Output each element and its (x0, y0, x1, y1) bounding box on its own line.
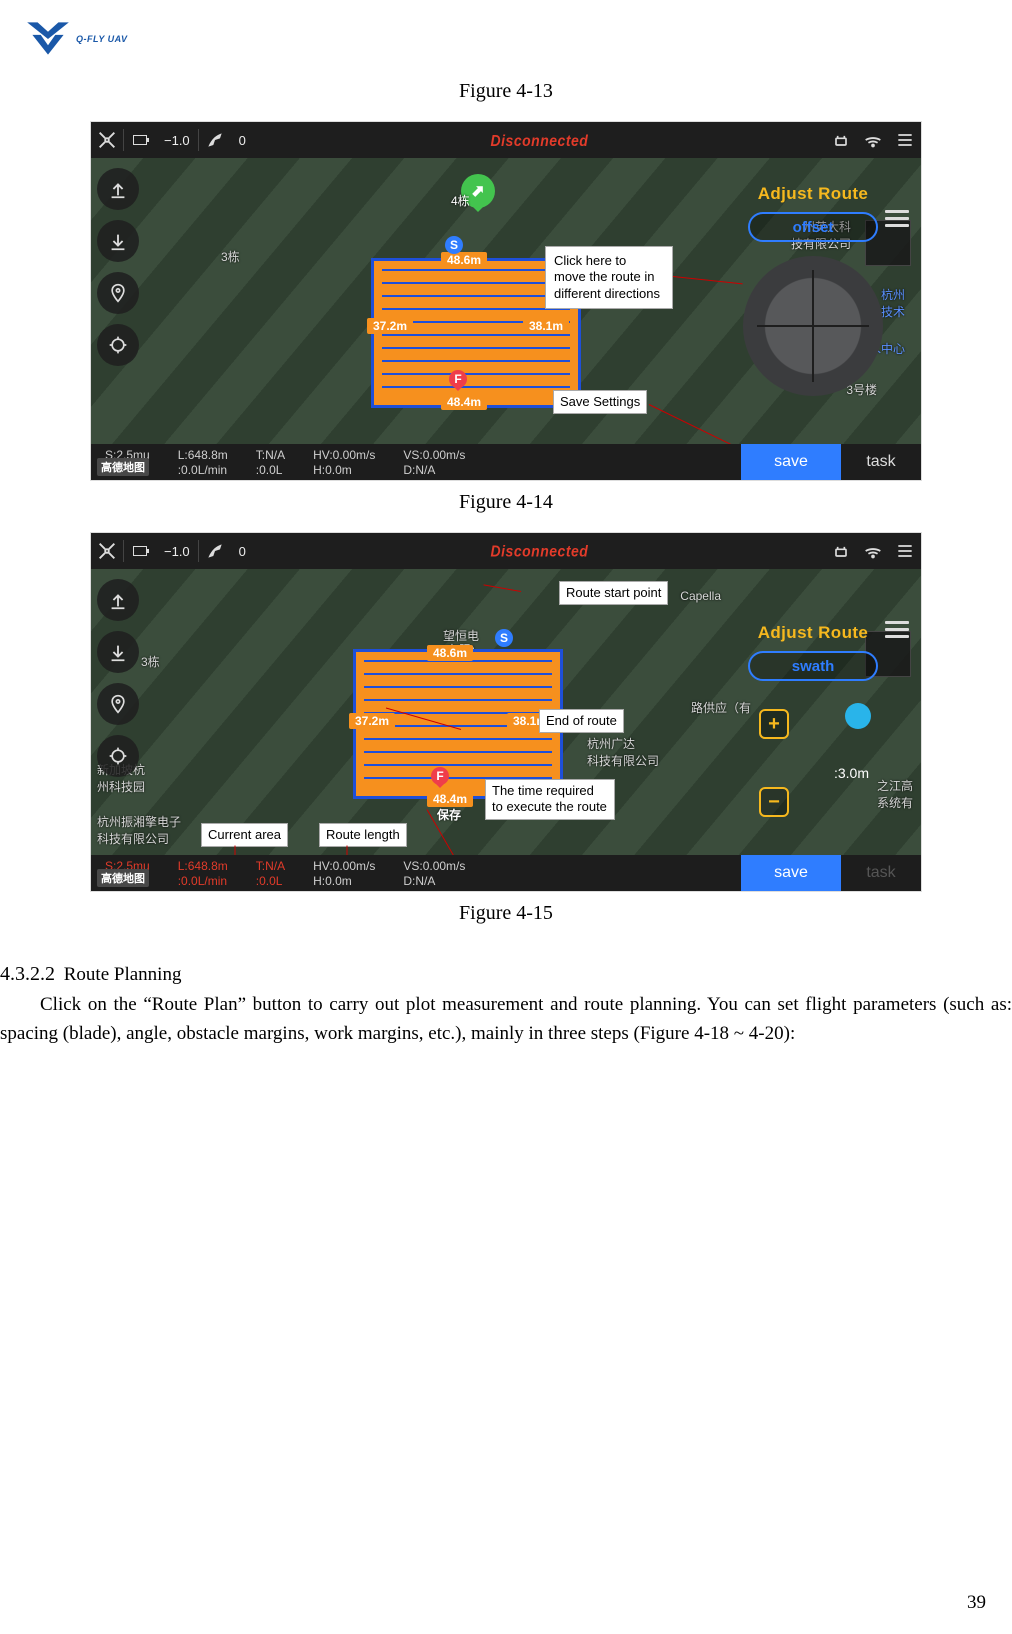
dist-bottom: 48.4m (441, 394, 487, 410)
slider-handle[interactable] (845, 703, 871, 729)
dist-bottom: 48.4m (427, 791, 473, 807)
dist-left: 37.2m (349, 713, 395, 729)
map-label: 保存 (437, 806, 461, 823)
save-button[interactable]: save (741, 855, 841, 891)
map-provider: 高德地图 (97, 458, 149, 476)
callout-area: Current area (201, 823, 288, 847)
page-number: 39 (0, 1592, 1012, 1614)
section-number: 4.3.2.2 (0, 963, 55, 985)
callout-time: The time requiredto execute the route (485, 779, 615, 820)
left-toolbar (97, 579, 147, 777)
land-button[interactable] (97, 631, 139, 673)
drone-icon[interactable] (91, 535, 123, 567)
satellite-count: 0 (231, 544, 254, 559)
target-button[interactable] (97, 735, 139, 777)
takeoff-button[interactable] (97, 579, 139, 621)
callout-length: Route length (319, 823, 407, 847)
swath-value: :3.0m (834, 765, 869, 781)
map-label: 4栋 (451, 192, 470, 209)
app-topbar: −1.0 0 Disconnected (91, 122, 921, 158)
battery-value: −1.0 (156, 544, 198, 559)
drone-logo-icon (22, 18, 74, 60)
plus-button[interactable]: + (759, 709, 789, 739)
status-bar: S:2.5mu:−1% L:648.8m:0.0L/min T:N/A:0.0L… (91, 855, 921, 891)
offset-button[interactable]: offset (748, 212, 878, 242)
adjust-route-label: Adjust Route (758, 184, 869, 204)
map-label: Capella (680, 589, 721, 603)
rth-button[interactable] (97, 272, 139, 314)
dist-right: 38.1m (523, 318, 569, 334)
finish-marker: F (431, 767, 449, 785)
brand-logo: Q-FLY UAV (22, 18, 128, 60)
map-provider: 高德地图 (97, 869, 149, 887)
map-label: 杭州广达科技有限公司 (587, 735, 659, 769)
dist-top: 48.6m (441, 252, 487, 268)
signal-icon[interactable] (857, 124, 889, 156)
map-label: 3栋 (221, 248, 240, 265)
save-button[interactable]: save (741, 444, 841, 480)
figure-caption: Figure 4-15 (0, 902, 1012, 925)
connection-status: Disconnected (254, 542, 825, 560)
menu-icon[interactable] (889, 535, 921, 567)
signal-icon[interactable] (857, 535, 889, 567)
brand-name: Q-FLY UAV (76, 34, 128, 44)
adjust-route-panel: Adjust Route swath (713, 623, 913, 681)
battery-icon (124, 535, 156, 567)
menu-icon[interactable] (889, 124, 921, 156)
body-paragraph: Click on the “Route Plan” button to carr… (0, 990, 1012, 1049)
battery-icon (124, 124, 156, 156)
map-label: 路供应（有 (691, 699, 751, 716)
callout-start: Route start point (559, 581, 668, 605)
app-topbar: −1.0 0 Disconnected (91, 533, 921, 569)
start-marker: S (445, 236, 463, 254)
target-button[interactable] (97, 324, 139, 366)
figure-caption: Figure 4-14 (0, 491, 1012, 514)
task-button[interactable]: task (841, 444, 921, 480)
connection-status: Disconnected (254, 131, 825, 149)
satellite-icon (199, 124, 231, 156)
callout-end: End of route (539, 709, 624, 733)
section-heading: 4.3.2.2 Route Planning (0, 959, 1012, 990)
land-button[interactable] (97, 220, 139, 262)
satellite-icon (199, 535, 231, 567)
drone-icon[interactable] (91, 124, 123, 156)
dist-left: 37.2m (367, 318, 413, 334)
screenshot-figure: −1.0 0 Disconnected 3栋 州英大科技有限公司 杭州技术 水中… (90, 121, 922, 481)
callout-move-route: Click here tomove the route indifferent … (545, 246, 673, 309)
adjust-route-panel: Adjust Route offset (713, 184, 913, 396)
direction-pad[interactable] (743, 256, 883, 396)
screenshot-figure: −1.0 0 Disconnected Capella 望恒电 (有限) 杭州广… (90, 532, 922, 892)
takeoff-button[interactable] (97, 168, 139, 210)
minus-button[interactable]: − (759, 787, 789, 817)
rth-button[interactable] (97, 683, 139, 725)
finish-marker: F (449, 370, 467, 388)
swath-stepper: + − (759, 709, 789, 817)
swath-button[interactable]: swath (748, 651, 878, 681)
callout-save-settings: Save Settings (553, 390, 647, 414)
task-button[interactable]: task (841, 855, 921, 891)
map-label: 之江高系统有 (877, 777, 913, 811)
map-label: 杭州振湘擎电子科技有限公司 (97, 813, 181, 847)
figure-caption: Figure 4-13 (0, 80, 1012, 103)
adjust-route-label: Adjust Route (758, 623, 869, 643)
remote-icon[interactable] (825, 535, 857, 567)
section-title: Route Planning (64, 964, 182, 985)
status-bar: S:2.5mu:−1% L:648.8m:0.0L/min T:N/A:0.0L… (91, 444, 921, 480)
battery-value: −1.0 (156, 133, 198, 148)
remote-icon[interactable] (825, 124, 857, 156)
start-marker: S (495, 629, 513, 647)
left-toolbar (97, 168, 147, 366)
dist-top: 48.6m (427, 645, 473, 661)
satellite-count: 0 (231, 133, 254, 148)
